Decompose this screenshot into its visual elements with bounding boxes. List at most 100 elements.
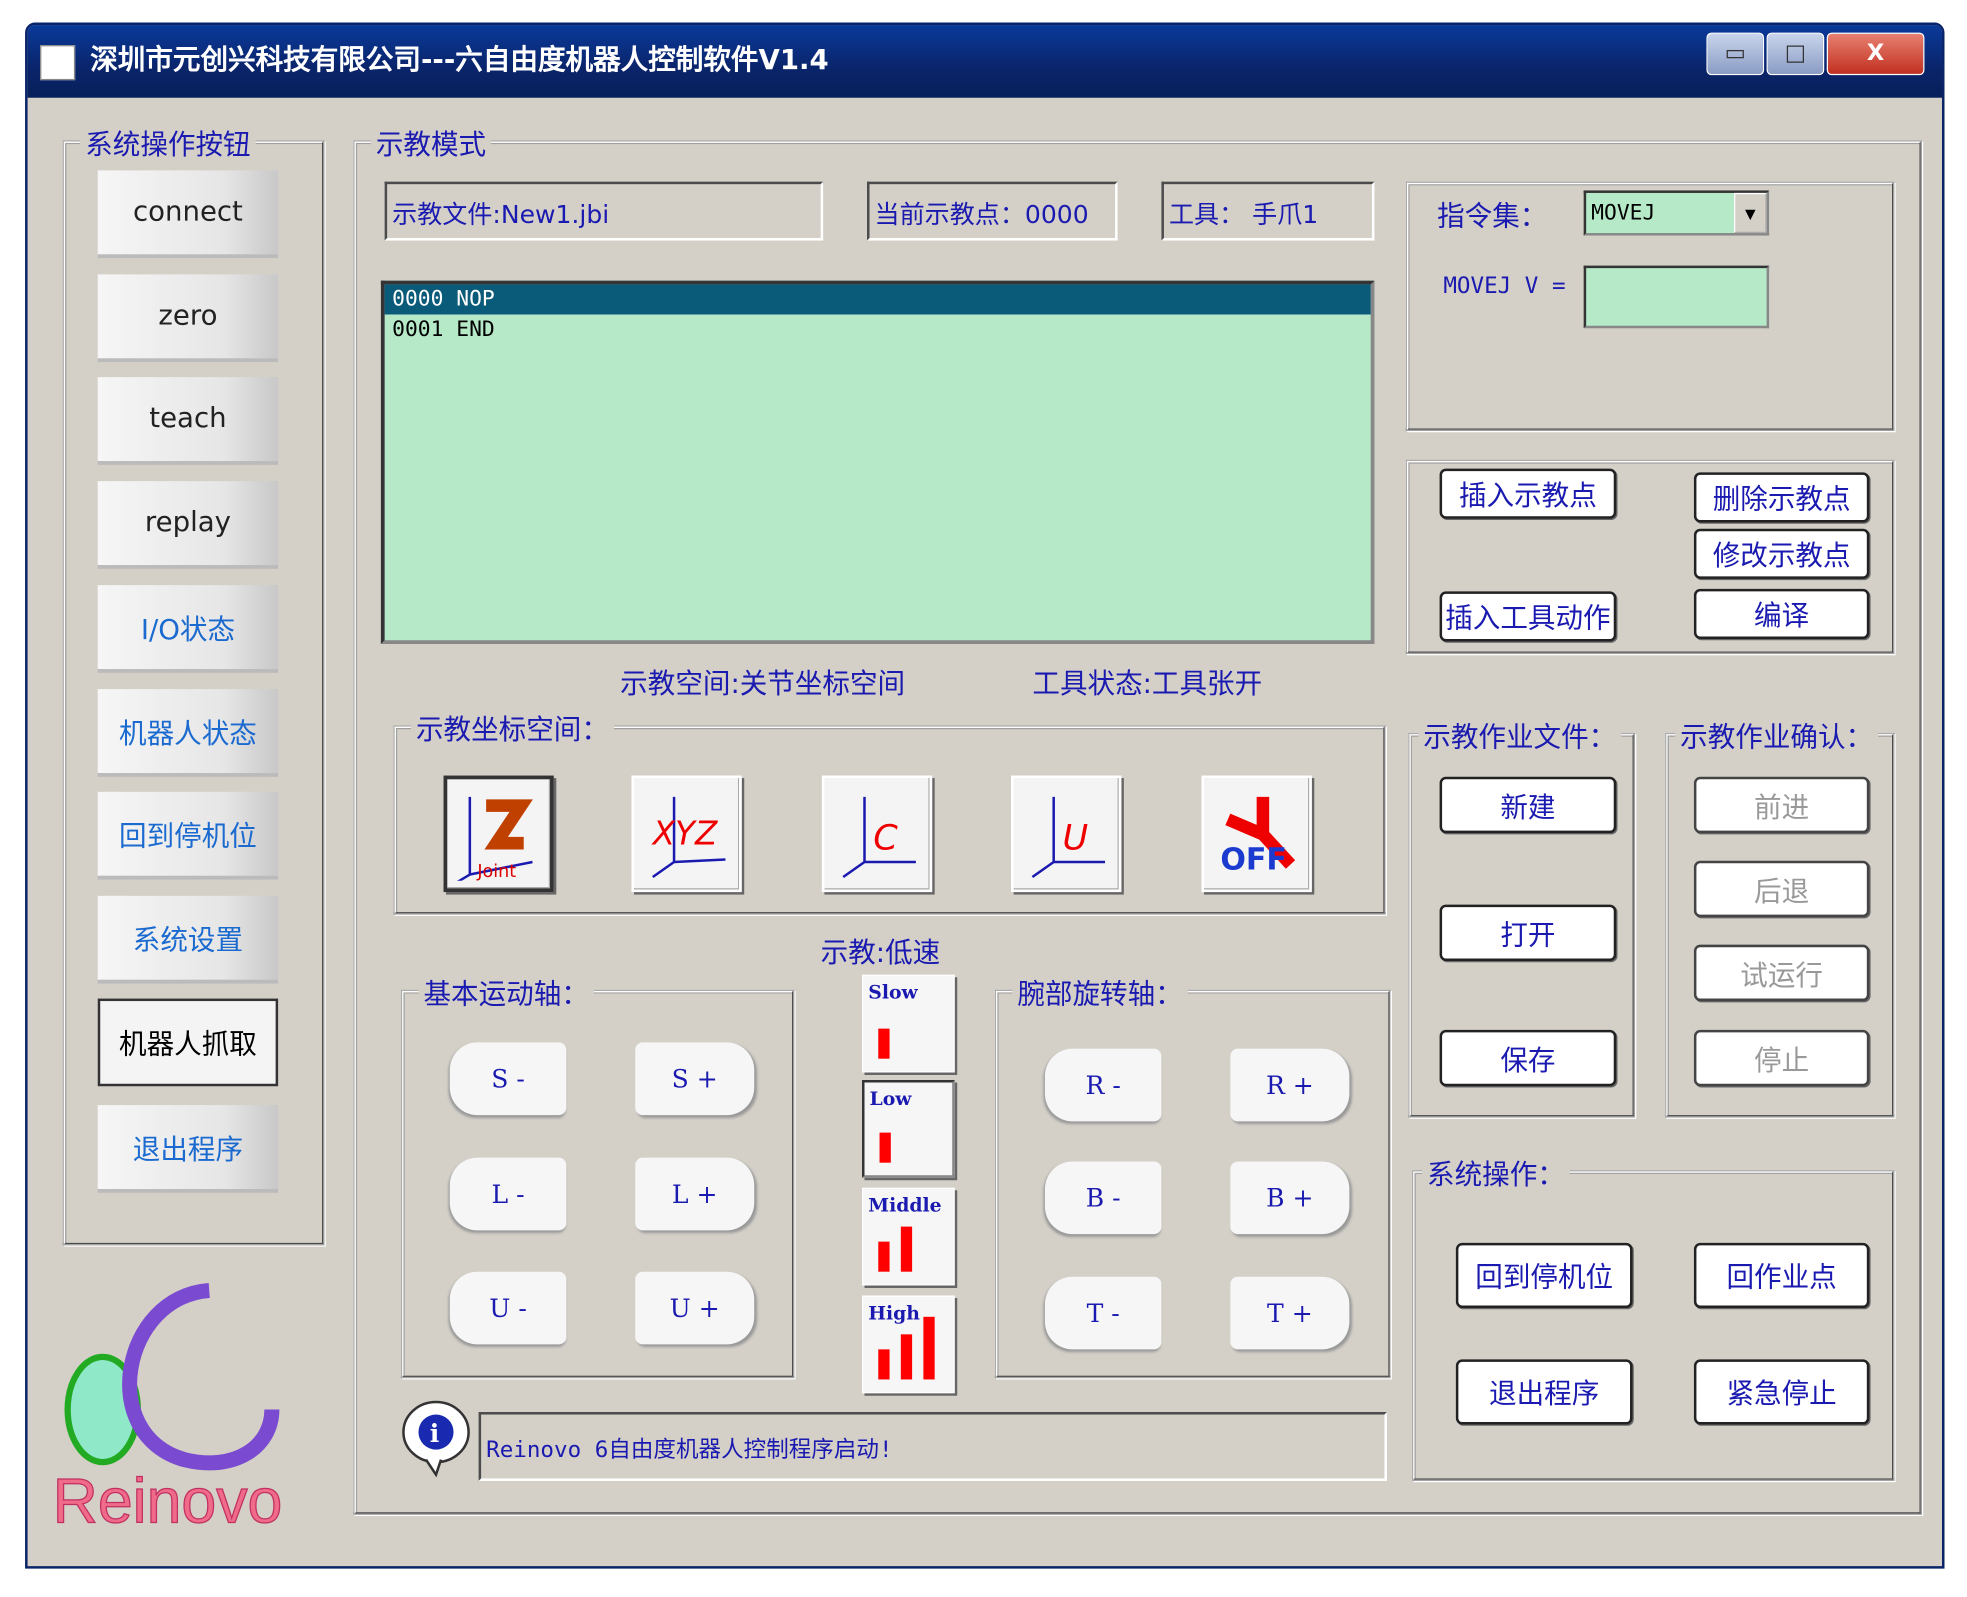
maximize-button[interactable]: □: [1766, 32, 1825, 76]
svg-text:OFF: OFF: [1220, 843, 1287, 878]
movej-v-input[interactable]: [1583, 265, 1770, 329]
gripper-off-icon: OFF: [1220, 796, 1296, 878]
emergency-stop-button[interactable]: 紧急停止: [1693, 1359, 1870, 1425]
trial-run-button[interactable]: 试运行: [1693, 944, 1870, 1002]
info-icon: i: [401, 1399, 471, 1478]
speed-label: High: [868, 1301, 920, 1325]
t-minus-button[interactable]: T -: [1044, 1276, 1162, 1350]
program-listbox[interactable]: 0000 NOP 0001 END: [380, 280, 1375, 644]
speed-label: Middle: [868, 1194, 942, 1217]
l-plus-button[interactable]: L +: [635, 1157, 755, 1231]
speed-bar: [900, 1226, 913, 1272]
exit-program-button[interactable]: 退出程序: [97, 1105, 279, 1193]
speed-slow-button[interactable]: Slow: [861, 974, 955, 1073]
forward-button[interactable]: 前进: [1693, 776, 1870, 834]
program-line[interactable]: 0001 END: [385, 314, 1371, 344]
user-space-button[interactable]: U: [1011, 775, 1122, 893]
job-confirm-legend: 示教作业确认：: [1675, 715, 1879, 756]
speed-high-button[interactable]: High: [861, 1295, 955, 1394]
speed-bar: [879, 1132, 891, 1163]
cylinder-c-icon: C: [842, 796, 916, 879]
system-settings-button[interactable]: 系统设置: [97, 895, 279, 984]
new-file-button[interactable]: 新建: [1439, 776, 1617, 834]
main-window: 深圳市元创兴科技有限公司---六自由度机器人控制软件V1.4 ▭ □ X 系统操…: [25, 22, 1945, 1569]
r-minus-button[interactable]: R -: [1044, 1048, 1162, 1122]
close-button[interactable]: X: [1826, 32, 1925, 76]
tool-field: 工具： 手爪1: [1161, 181, 1375, 241]
cylinder-space-button[interactable]: C: [821, 775, 933, 893]
u-minus-button[interactable]: U -: [449, 1271, 567, 1345]
svg-text:U: U: [1062, 817, 1088, 858]
basic-axes-legend: 基本运动轴：: [418, 972, 594, 1013]
speed-label: Low: [869, 1087, 912, 1111]
tool-off-button[interactable]: OFF: [1201, 775, 1312, 893]
compile-button[interactable]: 编译: [1693, 588, 1870, 639]
zero-button[interactable]: zero: [97, 274, 279, 363]
return-work-point-button[interactable]: 回作业点: [1693, 1242, 1870, 1309]
delete-point-button[interactable]: 删除示教点: [1693, 472, 1870, 523]
movej-v-label: MOVEJ V =: [1443, 273, 1566, 300]
status-message: Reinovo 6自由度机器人控制程序启动!: [478, 1412, 1387, 1481]
instruction-set-value: MOVEJ: [1591, 200, 1656, 226]
current-point-field: 当前示教点：0000: [867, 181, 1118, 241]
minimize-button[interactable]: ▭: [1706, 32, 1765, 76]
instruction-set-label: 指令集：: [1437, 201, 1548, 234]
svg-text:i: i: [430, 1418, 440, 1448]
system-ops-legend: 系统操作：: [1422, 1152, 1570, 1193]
window-title: 深圳市元创兴科技有限公司---六自由度机器人控制软件V1.4: [90, 45, 829, 77]
svg-text:Joint: Joint: [476, 862, 516, 881]
xyz-icon: XYZ: [651, 796, 726, 879]
logo-text: Reinovo: [53, 1466, 283, 1535]
ops-exit-program-button[interactable]: 退出程序: [1455, 1359, 1633, 1425]
modify-point-button[interactable]: 修改示教点: [1693, 528, 1870, 579]
connect-button[interactable]: connect: [97, 170, 279, 259]
robot-grab-button[interactable]: 机器人抓取: [97, 998, 279, 1087]
wrist-axes-legend: 腕部旋转轴：: [1012, 972, 1188, 1013]
speed-bar: [878, 1028, 890, 1059]
insert-point-button[interactable]: 插入示教点: [1439, 468, 1617, 519]
save-file-button[interactable]: 保存: [1439, 1029, 1617, 1087]
teach-space-status: 示教空间:关节坐标空间: [620, 669, 906, 701]
reinovo-logo: Reinovo: [46, 1272, 334, 1537]
s-plus-button[interactable]: S +: [635, 1042, 755, 1116]
speed-low-button[interactable]: Low: [861, 1079, 955, 1178]
insert-tool-action-button[interactable]: 插入工具动作: [1439, 591, 1617, 642]
sidebar-legend: 系统操作按钮: [80, 122, 256, 163]
xyz-space-button[interactable]: XYZ: [631, 775, 742, 893]
joint-icon: Joint: [456, 796, 533, 881]
svg-text:XYZ: XYZ: [651, 814, 718, 852]
joint-space-button[interactable]: Joint: [443, 775, 554, 893]
job-file-legend: 示教作业文件：: [1418, 715, 1622, 756]
speed-bar: [878, 1349, 890, 1380]
replay-button[interactable]: replay: [97, 481, 279, 569]
system-ops-group: 系统操作：: [1412, 1152, 1895, 1481]
speed-bar: [900, 1334, 913, 1380]
app-icon: [40, 45, 76, 81]
s-minus-button[interactable]: S -: [449, 1042, 567, 1116]
teach-mode-legend: 示教模式: [370, 122, 492, 163]
back-button[interactable]: 后退: [1693, 860, 1870, 918]
speed-middle-button[interactable]: Middle: [861, 1187, 955, 1286]
t-plus-button[interactable]: T +: [1230, 1276, 1350, 1350]
speed-bar: [923, 1316, 935, 1380]
ops-return-home-button[interactable]: 回到停机位: [1455, 1242, 1633, 1309]
stop-button[interactable]: 停止: [1693, 1029, 1870, 1087]
chevron-down-icon[interactable]: ▼: [1734, 192, 1767, 234]
l-minus-button[interactable]: L -: [449, 1157, 567, 1231]
coord-space-legend: 示教坐标空间：: [410, 707, 614, 748]
user-u-icon: U: [1031, 796, 1106, 879]
open-file-button[interactable]: 打开: [1439, 904, 1617, 961]
teach-button[interactable]: teach: [97, 377, 279, 465]
instruction-set-select[interactable]: MOVEJ ▼: [1583, 190, 1770, 236]
b-minus-button[interactable]: B -: [1044, 1161, 1162, 1235]
title-bar: 深圳市元创兴科技有限公司---六自由度机器人控制软件V1.4 ▭ □ X: [27, 25, 1942, 98]
robot-status-button[interactable]: 机器人状态: [97, 689, 279, 777]
speed-label: Slow: [868, 981, 918, 1004]
r-plus-button[interactable]: R +: [1230, 1048, 1350, 1122]
return-home-button[interactable]: 回到停机位: [97, 791, 279, 880]
u-plus-button[interactable]: U +: [635, 1271, 755, 1345]
svg-text:C: C: [873, 817, 898, 858]
program-line[interactable]: 0000 NOP: [384, 284, 1371, 315]
io-status-button[interactable]: I/O状态: [97, 585, 279, 673]
b-plus-button[interactable]: B +: [1230, 1161, 1350, 1235]
